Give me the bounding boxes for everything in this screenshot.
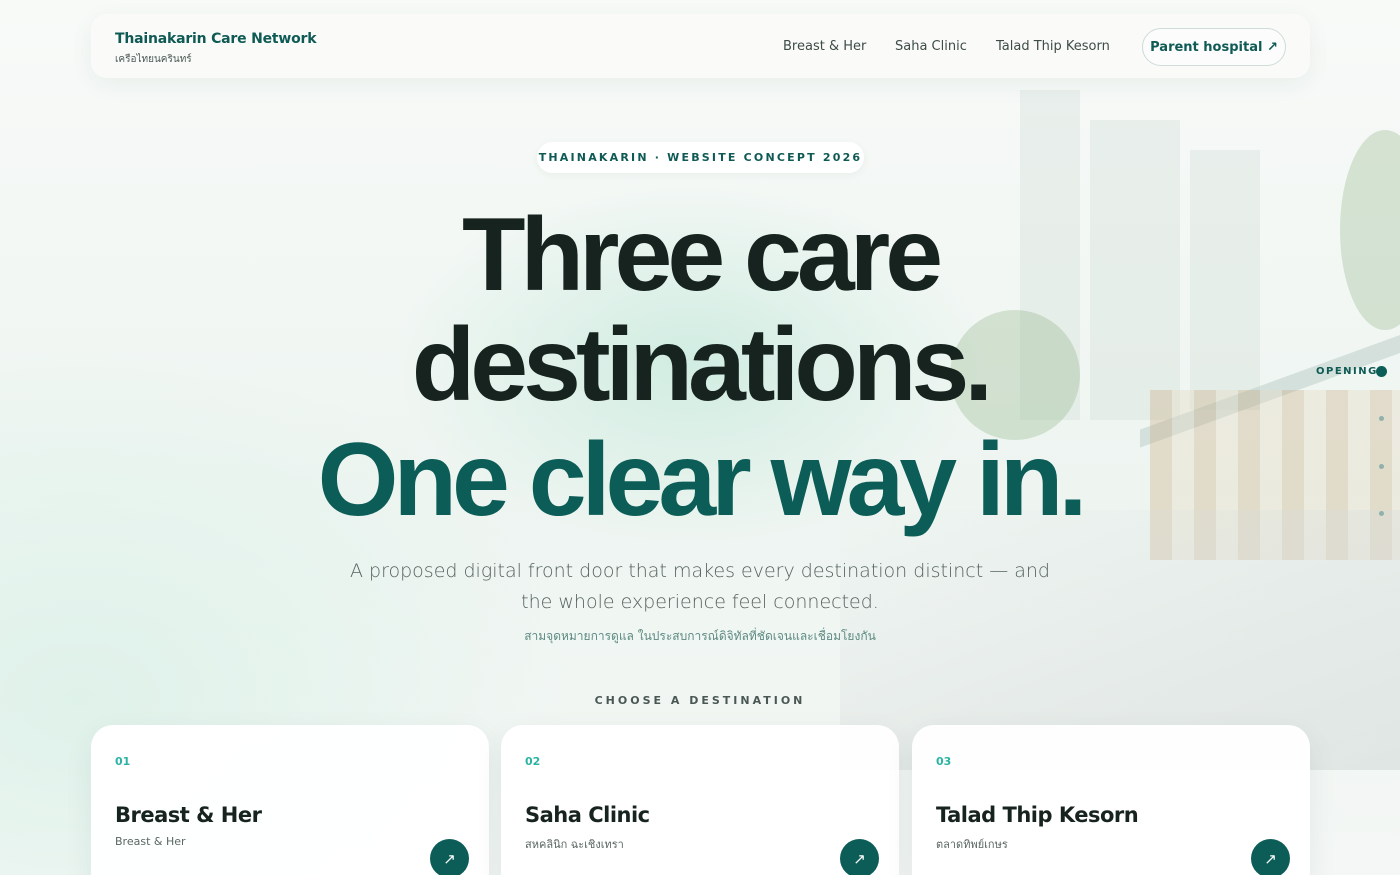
card-number: 02 (525, 755, 541, 768)
card-title: Talad Thip Kesorn (936, 803, 1139, 827)
hero-lead-line-2: the whole experience feel connected. (521, 591, 879, 613)
card-subtitle: สหคลินิก ฉะเชิงเทรา (525, 838, 624, 851)
side-progress-dot[interactable] (1379, 464, 1384, 469)
nav-link-saha-clinic[interactable]: Saha Clinic (895, 39, 967, 54)
hero-lead-line-1: A proposed digital front door that makes… (350, 560, 1050, 582)
side-progress-dot-active[interactable] (1376, 366, 1387, 377)
card-number: 01 (115, 755, 131, 768)
card-number: 03 (936, 755, 952, 768)
choose-destination-label: CHOOSE A DESTINATION (594, 694, 806, 707)
side-progress-label: OPENING (1316, 366, 1378, 377)
eyebrow-badge: THAINAKARIN · WEBSITE CONCEPT 2026 (537, 142, 864, 173)
headline-line-2: destinations. (411, 307, 993, 423)
brand-subtitle: เครือไทยนครินทร์ (115, 54, 192, 65)
card-subtitle: ตลาดทิพย์เกษร (936, 838, 1008, 851)
nav-link-talad-thip-kesorn[interactable]: Talad Thip Kesorn (996, 39, 1110, 54)
headline-line-1: Three care (461, 197, 943, 313)
parent-hospital-button[interactable]: Parent hospital ↗ (1142, 28, 1286, 66)
hero-lead: A proposed digital front door that makes… (350, 556, 1050, 618)
side-progress-dot[interactable] (1379, 416, 1384, 421)
nav-link-breast-and-her[interactable]: Breast & Her (783, 39, 866, 54)
brand-title[interactable]: Thainakarin Care Network (115, 31, 317, 47)
destination-card-breast-and-her[interactable]: 01 Breast & Her Breast & Her ↗ (91, 725, 489, 875)
headline-line-3: One clear way in. (317, 422, 1088, 538)
hero-lead-thai: สามจุดหมายการดูแล ในประสบการณ์ดิจิทัลที่… (524, 629, 876, 643)
arrow-up-right-icon[interactable]: ↗ (430, 839, 469, 875)
arrow-up-right-icon[interactable]: ↗ (1251, 839, 1290, 875)
card-title: Breast & Her (115, 803, 262, 827)
destination-card-talad-thip-kesorn[interactable]: 03 Talad Thip Kesorn ตลาดทิพย์เกษร ↗ (912, 725, 1310, 875)
side-progress-dot[interactable] (1379, 511, 1384, 516)
arrow-up-right-icon[interactable]: ↗ (840, 839, 879, 875)
destination-card-saha-clinic[interactable]: 02 Saha Clinic สหคลินิก ฉะเชิงเทรา ↗ (501, 725, 899, 875)
card-subtitle: Breast & Her (115, 835, 186, 848)
card-title: Saha Clinic (525, 803, 650, 827)
top-navigation-bar: Thainakarin Care Network เครือไทยนครินทร… (91, 14, 1310, 78)
